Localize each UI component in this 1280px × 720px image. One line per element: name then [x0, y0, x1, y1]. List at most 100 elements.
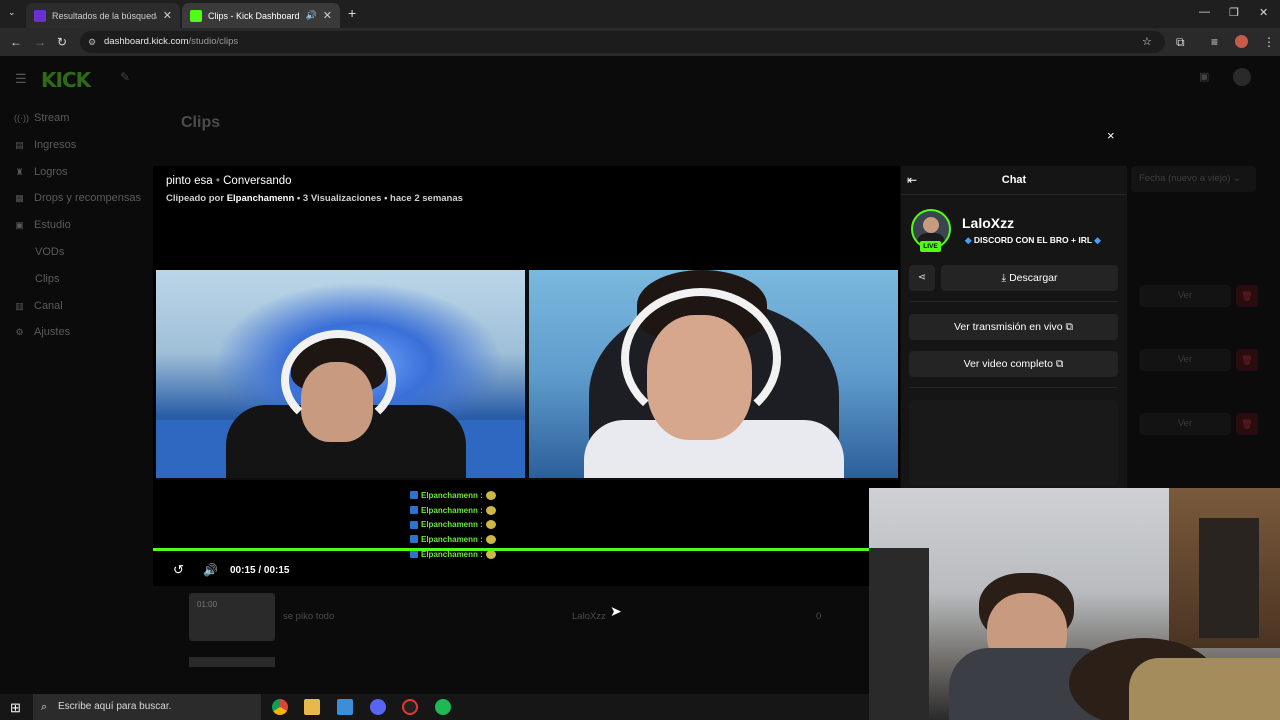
chat-line: Elpanchamenn : [410, 517, 530, 532]
close-modal-button[interactable]: × [1107, 128, 1115, 143]
external-link-icon: ⧉ [1065, 321, 1073, 333]
restore-icon[interactable]: ❐ [1229, 6, 1239, 19]
stream-icon: ((·)) [14, 113, 29, 123]
clipper-name[interactable]: Elpanchamenn [227, 193, 295, 204]
kick-logo[interactable]: KICK [41, 68, 91, 92]
url-path: /studio/clips [188, 36, 239, 47]
discord-icon[interactable] [370, 699, 386, 715]
obs-icon[interactable] [402, 699, 418, 715]
sidebar-item-clips[interactable]: Clips [35, 273, 59, 285]
delete-clip-button[interactable]: 🗑 [1236, 349, 1258, 371]
user-avatar[interactable] [1233, 68, 1251, 86]
watch-live-button[interactable]: Ver transmisión en vivo ⧉ [909, 314, 1118, 340]
url-host: dashboard.kick.com [104, 36, 189, 47]
file-explorer-icon[interactable] [304, 699, 320, 715]
download-button[interactable]: ⤓ Descargar [941, 265, 1118, 291]
new-tab-button[interactable]: + [348, 5, 356, 21]
minimize-icon[interactable]: — [1199, 6, 1210, 18]
media-control-icon[interactable]: ≡ [1211, 35, 1218, 49]
channel-category[interactable]: ◆ DISCORD CON EL BRO + IRL ◆ [965, 235, 1101, 246]
sidebar-item-label: Ajustes [34, 326, 71, 338]
extensions-icon[interactable]: ⧉ [1176, 35, 1185, 50]
tab-kick-dashboard[interactable]: Clips - Kick Dashboard 🔊 ✕ [182, 3, 340, 28]
external-link-icon: ⧉ [1055, 358, 1064, 370]
site-info-icon[interactable]: ⚙ [88, 31, 96, 53]
clip-meta: Clipeado por Elpanchamenn • 3 Visualizac… [166, 193, 463, 204]
clip-name: se piko todo [283, 611, 335, 622]
profile-avatar[interactable] [1235, 35, 1248, 48]
clip-category: Conversando [223, 175, 292, 187]
chat-panel: ⇤ Chat LIVE LaloXzz ◆ DISCORD CON EL BRO… [901, 166, 1127, 488]
gear-icon: ⚙ [15, 326, 24, 337]
browser-menu-icon[interactable]: ⋮ [1263, 35, 1275, 49]
channel-name[interactable]: LaloXzz [962, 215, 1014, 231]
volume-icon[interactable]: 🔊 [203, 563, 218, 577]
yahoo-favicon-icon [34, 9, 46, 22]
watch-full-video-button[interactable]: Ver video completo ⧉ [909, 351, 1118, 377]
back-icon[interactable]: ← [10, 35, 22, 49]
sidebar-item-ajustes[interactable]: ⚙ Ajustes [14, 326, 70, 338]
close-tab-icon[interactable]: ✕ [163, 9, 172, 22]
channel-icon: ▥ [15, 300, 24, 311]
app-icon[interactable] [337, 699, 353, 715]
hamburger-icon[interactable]: ☰ [15, 71, 27, 87]
delete-clip-button[interactable]: 🗑 [1236, 285, 1258, 307]
page-title: Clips [181, 114, 221, 131]
clip-author: LaloXzz [572, 611, 606, 622]
chat-messages-area [909, 400, 1118, 486]
live-badge: LIVE [920, 241, 941, 252]
chat-line: Elpanchamenn : [410, 488, 530, 503]
sidebar-item-label: Estudio [34, 219, 71, 231]
browser-tab-bar: ⌄ Resultados de la búsqueda de in ✕ Clip… [0, 0, 1280, 28]
forward-icon[interactable]: → [34, 35, 46, 49]
clip-age: hace 2 semanas [390, 193, 463, 204]
windows-taskbar: ⊞ ⌕ Escribe aquí para buscar. [0, 694, 869, 720]
sidebar-item-label: Canal [34, 300, 63, 312]
pin-icon[interactable]: ✎ [120, 70, 130, 84]
speaker-icon[interactable]: 🔊 [306, 10, 317, 21]
sidebar-item-label: Logros [34, 166, 68, 178]
address-bar[interactable]: ⚙ dashboard.kick.com/studio/clips ☆ [80, 31, 1165, 53]
revenue-icon: ▤ [15, 139, 24, 150]
taskbar-search[interactable]: ⌕ Escribe aquí para buscar. [33, 694, 261, 720]
sort-value: Fecha (nuevo a viejo) [1139, 173, 1231, 184]
bookmark-star-icon[interactable]: ☆ [1142, 31, 1152, 53]
sidebar-item-stream[interactable]: ((·)) Stream [14, 112, 69, 124]
windows-start-icon[interactable]: ⊞ [10, 700, 21, 716]
progress-bar[interactable] [153, 548, 900, 551]
chrome-icon[interactable] [272, 699, 288, 715]
tab-search-chevron-icon[interactable]: ⌄ [8, 7, 16, 18]
view-clip-button[interactable]: Ver [1139, 413, 1231, 435]
search-icon: ⌕ [41, 701, 48, 713]
spotify-icon[interactable] [435, 699, 451, 715]
tab-search-results[interactable]: Resultados de la búsqueda de in ✕ [26, 3, 180, 28]
notifications-icon[interactable]: ▣ [1199, 70, 1209, 83]
replay-icon[interactable]: ↺ [173, 562, 184, 578]
studio-icon: ▣ [15, 219, 24, 230]
clipped-by-label: Clipeado por [166, 193, 225, 204]
sidebar-item-label: Drops y recompensas [34, 192, 141, 204]
video-frame[interactable] [156, 270, 898, 480]
share-button[interactable]: ⋖ [909, 265, 935, 291]
sidebar-item-ingresos[interactable]: ▤ Ingresos [14, 139, 76, 151]
clip-title: pinto esa • Conversando [166, 175, 292, 187]
mouse-cursor-icon: ➤ [610, 603, 622, 619]
time-display: 00:15 / 00:15 [230, 565, 290, 576]
sidebar-item-drops[interactable]: ▦ Drops y recompensas [14, 192, 141, 204]
delete-clip-button[interactable]: 🗑 [1236, 413, 1258, 435]
clip-row[interactable]: 01:00 se piko todo LaloXzz 0 [181, 588, 871, 644]
download-icon: ⤓ [1001, 272, 1010, 284]
window-close-icon[interactable]: ✕ [1259, 6, 1268, 19]
sort-select[interactable]: Fecha (nuevo a viejo) ⌄ [1131, 166, 1256, 192]
close-tab-icon[interactable]: ✕ [323, 9, 332, 22]
left-camera-feed [156, 270, 525, 478]
view-clip-button[interactable]: Ver [1139, 349, 1231, 371]
sidebar-item-estudio[interactable]: ▣ Estudio [14, 219, 71, 231]
reload-icon[interactable]: ↻ [57, 35, 67, 49]
clip-title-text: pinto esa [166, 175, 213, 187]
sidebar-item-vods[interactable]: VODs [35, 246, 64, 258]
sidebar-item-canal[interactable]: ▥ Canal [14, 300, 63, 312]
view-clip-button[interactable]: Ver [1139, 285, 1231, 307]
views-count: 3 [302, 193, 309, 204]
sidebar-item-logros[interactable]: ♜ Logros [14, 166, 68, 178]
